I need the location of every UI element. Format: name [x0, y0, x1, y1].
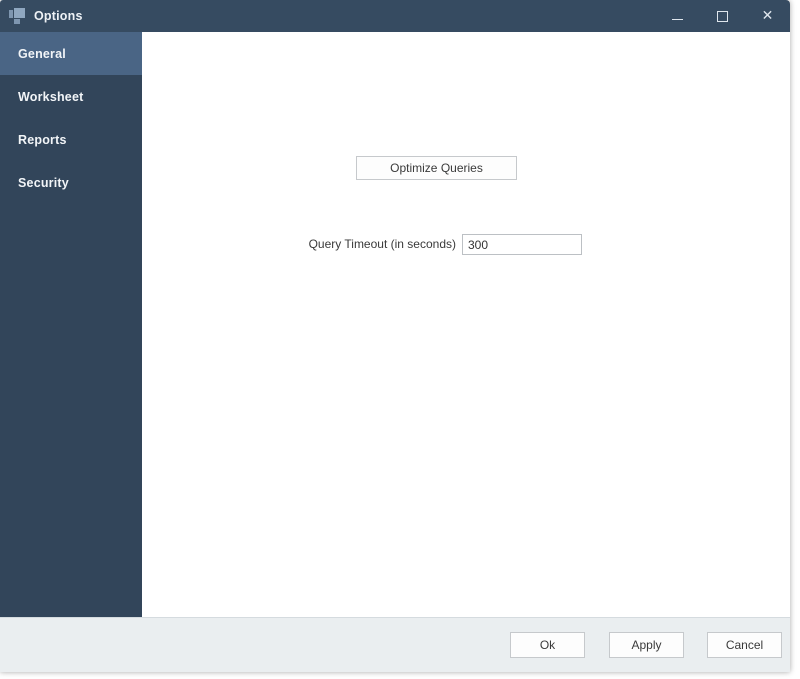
- sidebar-item-security[interactable]: Security: [0, 161, 142, 204]
- app-squares-icon: [9, 8, 25, 24]
- title-bar[interactable]: Options ✕: [0, 0, 790, 32]
- sidebar-item-label: Worksheet: [18, 89, 84, 104]
- dialog-body: General Worksheet Reports Security Optim…: [0, 32, 790, 617]
- window-title: Options: [34, 9, 83, 23]
- dialog-footer: Ok Apply Cancel: [0, 617, 790, 672]
- maximize-button[interactable]: [700, 0, 745, 32]
- sidebar-item-worksheet[interactable]: Worksheet: [0, 75, 142, 118]
- minimize-button[interactable]: [655, 0, 700, 32]
- optimize-queries-button[interactable]: Optimize Queries: [356, 156, 517, 180]
- desktop-background: Options ✕ General Worksheet Reports Secu…: [0, 0, 800, 679]
- sidebar-item-label: Reports: [18, 132, 67, 147]
- apply-button[interactable]: Apply: [609, 632, 684, 658]
- cancel-button[interactable]: Cancel: [707, 632, 782, 658]
- general-settings-panel: Optimize Queries Query Timeout (in secon…: [142, 32, 790, 617]
- window-controls: ✕: [655, 0, 790, 32]
- options-dialog-window: Options ✕ General Worksheet Reports Secu…: [0, 0, 790, 672]
- background-artifact: [790, 230, 797, 242]
- minimize-icon: [672, 18, 683, 20]
- query-timeout-input[interactable]: [462, 234, 582, 255]
- sidebar-item-general[interactable]: General: [0, 32, 142, 75]
- ok-button[interactable]: Ok: [510, 632, 585, 658]
- maximize-icon: [717, 10, 728, 22]
- query-timeout-label: Query Timeout (in seconds): [308, 237, 456, 251]
- sidebar-navigation: General Worksheet Reports Security: [0, 32, 142, 617]
- sidebar-item-label: General: [18, 46, 66, 61]
- background-artifact: [790, 300, 797, 312]
- close-icon: ✕: [761, 8, 774, 24]
- background-artifact: [790, 152, 797, 164]
- sidebar-item-label: Security: [18, 175, 69, 190]
- sidebar-item-reports[interactable]: Reports: [0, 118, 142, 161]
- close-button[interactable]: ✕: [745, 0, 790, 32]
